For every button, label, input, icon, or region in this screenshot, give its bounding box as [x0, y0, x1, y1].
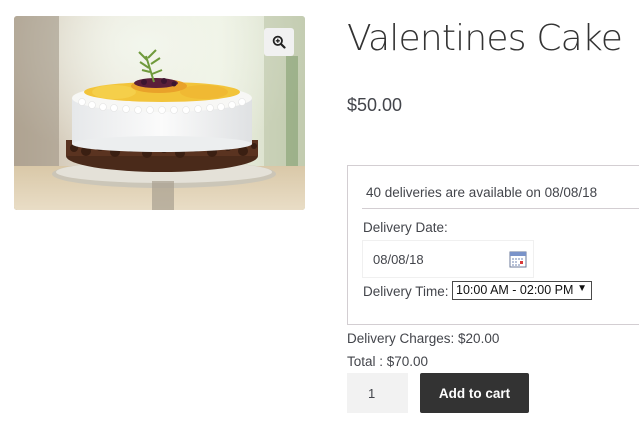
order-total: Total : $70.00 — [347, 354, 429, 369]
divider — [362, 208, 639, 209]
delivery-date-value: 08/08/18 — [373, 252, 424, 267]
delivery-date-input[interactable]: 08/08/18 — [362, 240, 534, 278]
delivery-time-select[interactable]: 10:00 AM - 02:00 PM ▼ — [452, 281, 592, 300]
delivery-charges: Delivery Charges: $20.00 — [347, 331, 500, 346]
delivery-date-label: Delivery Date: — [363, 220, 448, 235]
cake-photo — [14, 16, 305, 210]
product-price: $50.00 — [347, 95, 403, 115]
delivery-time-label: Delivery Time: — [363, 284, 449, 299]
zoom-button[interactable] — [264, 28, 294, 56]
zoom-in-icon — [272, 35, 286, 49]
product-image[interactable] — [14, 16, 305, 210]
quantity-input[interactable]: 1 — [347, 373, 408, 413]
delivery-time-value: 10:00 AM - 02:00 PM — [456, 283, 574, 297]
availability-text: 40 deliveries are available on 08/08/18 — [366, 185, 598, 200]
delivery-options-panel: 40 deliveries are available on 08/08/18 … — [347, 165, 639, 325]
add-to-cart-button[interactable]: Add to cart — [420, 373, 529, 413]
product-page: Valentines Cake $50.00 40 deliveries are… — [0, 0, 639, 426]
quantity-value: 1 — [368, 386, 376, 401]
product-title: Valentines Cake — [347, 18, 623, 59]
dropdown-arrow-icon: ▼ — [577, 283, 587, 294]
calendar-icon[interactable] — [509, 250, 527, 268]
